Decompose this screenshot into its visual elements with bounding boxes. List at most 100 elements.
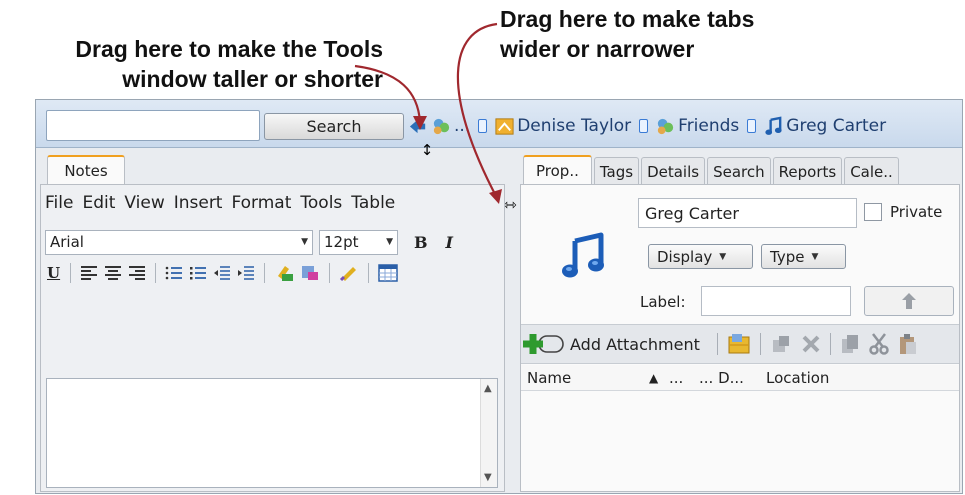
toolbar-separator bbox=[329, 263, 330, 283]
history-item[interactable]: Denise Taylor bbox=[470, 116, 631, 137]
menu-view[interactable]: View bbox=[124, 193, 164, 213]
chevron-down-icon: ▼ bbox=[301, 237, 308, 247]
tab-tags[interactable]: Tags bbox=[593, 157, 640, 185]
format-toolbar-row-1: Arial ▼ 12pt ▼ B I bbox=[45, 229, 453, 255]
label-field[interactable] bbox=[701, 286, 851, 316]
up-arrow-icon bbox=[902, 293, 916, 309]
label-caption: Label: bbox=[640, 293, 686, 311]
copy-to-icon[interactable] bbox=[770, 333, 792, 355]
attachments-column-header: Name ▲ ... ... D... Location bbox=[521, 365, 959, 391]
increase-indent-icon[interactable] bbox=[237, 265, 255, 281]
copy-icon[interactable] bbox=[840, 333, 860, 355]
tab-reports[interactable]: Reports bbox=[772, 157, 843, 185]
contacts-group-icon bbox=[433, 118, 450, 134]
highlight-icon[interactable] bbox=[274, 264, 294, 282]
note-editor[interactable]: ▲ ▼ bbox=[46, 378, 498, 488]
toolbar-separator bbox=[264, 263, 265, 283]
history-item-label: ... bbox=[454, 116, 471, 136]
italic-button[interactable]: I bbox=[446, 233, 453, 252]
search-button[interactable]: Search bbox=[264, 113, 404, 140]
font-value: Arial bbox=[50, 233, 84, 251]
clear-format-icon[interactable] bbox=[339, 264, 359, 282]
numbered-list-icon[interactable] bbox=[165, 265, 183, 281]
history-item[interactable]: Friends bbox=[631, 116, 739, 137]
toolbar-separator bbox=[760, 333, 761, 355]
font-size-select[interactable]: 12pt ▼ bbox=[319, 229, 398, 255]
properties-panel: Greg Carter Private Display ▼ Type ▼ Lab… bbox=[520, 184, 960, 492]
properties-pane: Prop.. Tags Details Search Reports Cale.… bbox=[520, 152, 960, 492]
column-location[interactable]: Location bbox=[766, 369, 829, 387]
attachment-toolbar: Add Attachment bbox=[521, 324, 959, 364]
format-toolbar-row-2: U bbox=[47, 261, 398, 285]
private-label: Private bbox=[890, 203, 943, 221]
toolbar-separator bbox=[155, 263, 156, 283]
contacts-group-icon bbox=[658, 118, 674, 134]
menu-insert[interactable]: Insert bbox=[174, 193, 223, 213]
private-checkbox-row[interactable]: Private bbox=[864, 203, 942, 221]
font-select[interactable]: Arial ▼ bbox=[45, 229, 313, 255]
menu-tools[interactable]: Tools bbox=[300, 193, 342, 213]
tab-properties[interactable]: Prop.. bbox=[523, 155, 592, 185]
search-input[interactable] bbox=[46, 110, 260, 141]
tab-calendar[interactable]: Cale.. bbox=[844, 157, 899, 185]
private-checkbox[interactable] bbox=[864, 203, 882, 221]
editor-scrollbar[interactable]: ▲ ▼ bbox=[480, 379, 497, 487]
decrease-indent-icon[interactable] bbox=[213, 265, 231, 281]
search-input-field[interactable] bbox=[47, 111, 259, 140]
top-toolbar: Search ... Denise Taylor Friends Greg Ca… bbox=[36, 100, 962, 148]
properties-tabs: Prop.. Tags Details Search Reports Cale.… bbox=[523, 155, 901, 185]
history-item-label: Denise Taylor bbox=[517, 116, 632, 136]
toolbar-separator bbox=[368, 263, 369, 283]
history-item-label: Greg Carter bbox=[786, 116, 887, 136]
menu-format[interactable]: Format bbox=[231, 193, 291, 213]
annotation-tabs-width: Drag here to make tabs wider or narrower bbox=[500, 6, 755, 62]
scroll-down-icon[interactable]: ▼ bbox=[484, 472, 492, 483]
history-tab-strip: ... Denise Taylor Friends Greg Carter bbox=[408, 114, 886, 138]
open-folder-icon[interactable] bbox=[727, 333, 751, 355]
editor-menu-bar: File Edit View Insert Format Tools Table bbox=[45, 193, 395, 213]
notes-panel: File Edit View Insert Format Tools Table… bbox=[40, 184, 505, 492]
toolbar-separator bbox=[70, 263, 71, 283]
tab-notes[interactable]: Notes bbox=[47, 155, 125, 184]
underline-button[interactable]: U bbox=[47, 264, 61, 282]
attachment-tools bbox=[717, 333, 918, 355]
type-dropdown-button[interactable]: Type ▼ bbox=[761, 244, 846, 269]
menu-file[interactable]: File bbox=[45, 193, 73, 213]
menu-table[interactable]: Table bbox=[351, 193, 395, 213]
column-name[interactable]: Name bbox=[527, 369, 571, 387]
separator-icon bbox=[639, 119, 649, 133]
menu-edit[interactable]: Edit bbox=[82, 193, 115, 213]
music-note-icon bbox=[562, 232, 604, 278]
history-item-label: Friends bbox=[678, 116, 740, 136]
upload-button[interactable] bbox=[864, 286, 954, 316]
history-item[interactable]: Greg Carter bbox=[739, 115, 887, 137]
align-right-icon[interactable] bbox=[128, 265, 146, 281]
insert-table-icon[interactable] bbox=[378, 264, 398, 282]
cut-icon[interactable] bbox=[869, 333, 889, 355]
bullet-list-icon[interactable] bbox=[189, 265, 207, 281]
text-color-icon[interactable] bbox=[300, 264, 320, 282]
align-center-icon[interactable] bbox=[104, 265, 122, 281]
scroll-up-icon[interactable]: ▲ bbox=[484, 383, 492, 394]
column-3[interactable]: ... D... bbox=[699, 369, 744, 387]
application-window: Search ... Denise Taylor Friends Greg Ca… bbox=[35, 99, 963, 494]
chevron-down-icon: ▼ bbox=[386, 237, 393, 247]
paste-icon[interactable] bbox=[898, 333, 918, 355]
music-note-icon bbox=[765, 115, 782, 135]
display-dropdown-button[interactable]: Display ▼ bbox=[648, 244, 753, 269]
back-arrow-icon[interactable] bbox=[408, 116, 429, 137]
column-2[interactable]: ... bbox=[669, 369, 683, 387]
delete-icon[interactable] bbox=[801, 334, 821, 354]
add-attachment-button[interactable]: Add Attachment bbox=[523, 332, 700, 356]
tab-search[interactable]: Search bbox=[707, 157, 771, 185]
sort-up-icon[interactable]: ▲ bbox=[649, 371, 658, 385]
contact-card-icon bbox=[495, 117, 514, 135]
history-item[interactable]: ... bbox=[408, 116, 470, 137]
separator-icon bbox=[747, 119, 757, 133]
bold-button[interactable]: B bbox=[414, 233, 428, 252]
notes-pane: Notes File Edit View Insert Format Tools… bbox=[40, 152, 505, 492]
align-left-icon[interactable] bbox=[80, 265, 98, 281]
tab-details[interactable]: Details bbox=[641, 157, 706, 185]
contact-name-field[interactable]: Greg Carter bbox=[638, 198, 857, 228]
font-size-value: 12pt bbox=[324, 233, 359, 251]
